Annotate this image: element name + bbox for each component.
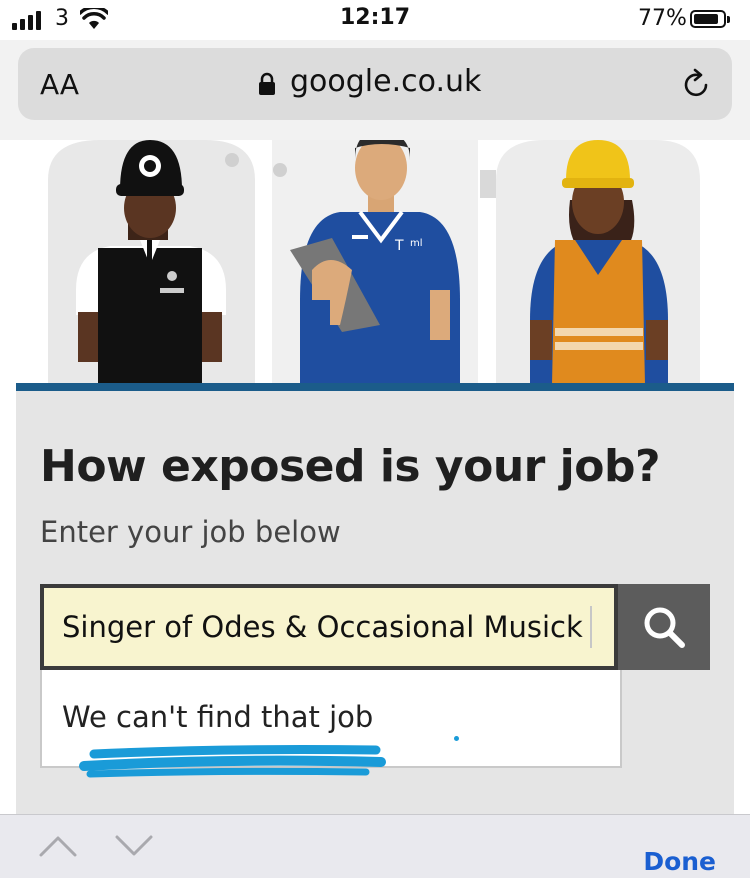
status-bar: 3 12:17 77% [0, 0, 750, 40]
scribble-dot [454, 736, 459, 741]
svg-text:ml: ml [410, 238, 423, 249]
job-search-panel: How exposed is your job? Enter your job … [16, 391, 734, 821]
url-text[interactable]: google.co.uk [290, 64, 481, 99]
reload-icon[interactable] [680, 68, 712, 100]
no-results-message: We can't find that job [62, 700, 374, 734]
keyboard-accessory-bar: Done [0, 814, 750, 878]
search-suggestions: We can't find that job [40, 670, 622, 778]
page-title: How exposed is your job? [40, 441, 660, 492]
job-search-input[interactable] [40, 584, 618, 670]
battery-percent: 77% [638, 6, 687, 31]
done-button[interactable]: Done [643, 847, 716, 876]
workers-illustration: T ml [48, 140, 700, 385]
hero-illustration: T ml [0, 140, 750, 385]
battery-icon [690, 10, 730, 28]
job-search-form [40, 584, 710, 670]
svg-text:T: T [394, 238, 404, 254]
chevron-down-icon[interactable] [114, 833, 154, 859]
browser-chrome: AA google.co.uk [0, 40, 750, 140]
address-bar[interactable]: AA google.co.uk [18, 48, 732, 120]
chevron-up-icon[interactable] [38, 833, 78, 859]
highlight-scribble [79, 745, 386, 778]
text-caret [590, 606, 592, 648]
accent-stripe [16, 383, 734, 391]
search-button[interactable] [618, 584, 710, 670]
page-subtitle: Enter your job below [40, 515, 341, 549]
lock-icon [259, 72, 275, 95]
search-icon [644, 607, 685, 648]
text-size-button[interactable]: AA [40, 68, 79, 101]
